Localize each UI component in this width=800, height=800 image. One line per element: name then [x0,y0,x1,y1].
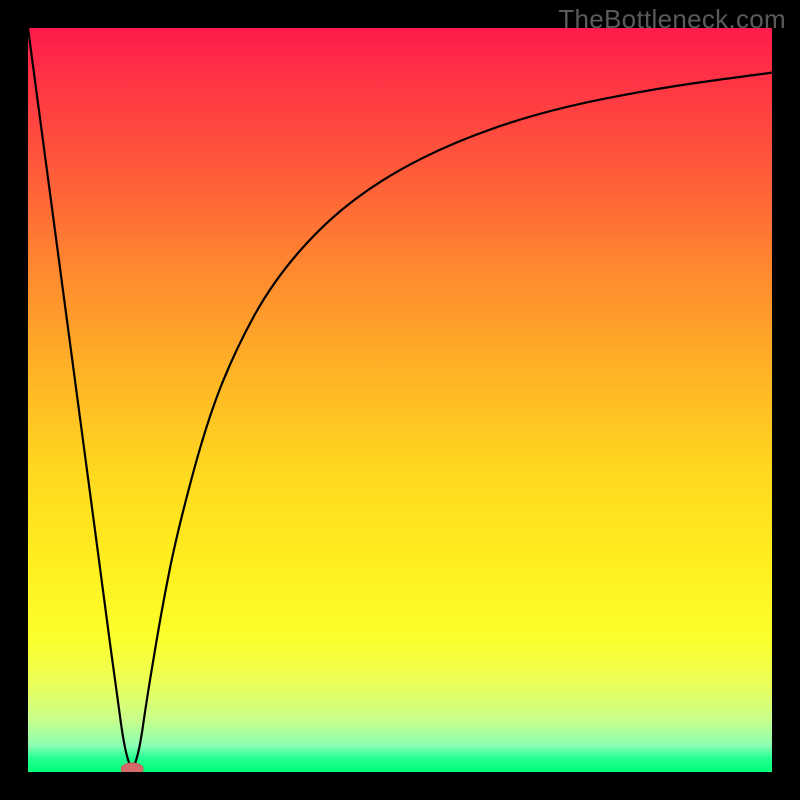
minimum-marker [121,763,143,772]
curve-svg [28,28,772,772]
chart-frame: TheBottleneck.com [0,0,800,800]
bottleneck-curve [28,28,772,766]
watermark-text: TheBottleneck.com [558,4,786,35]
plot-area [28,28,772,772]
